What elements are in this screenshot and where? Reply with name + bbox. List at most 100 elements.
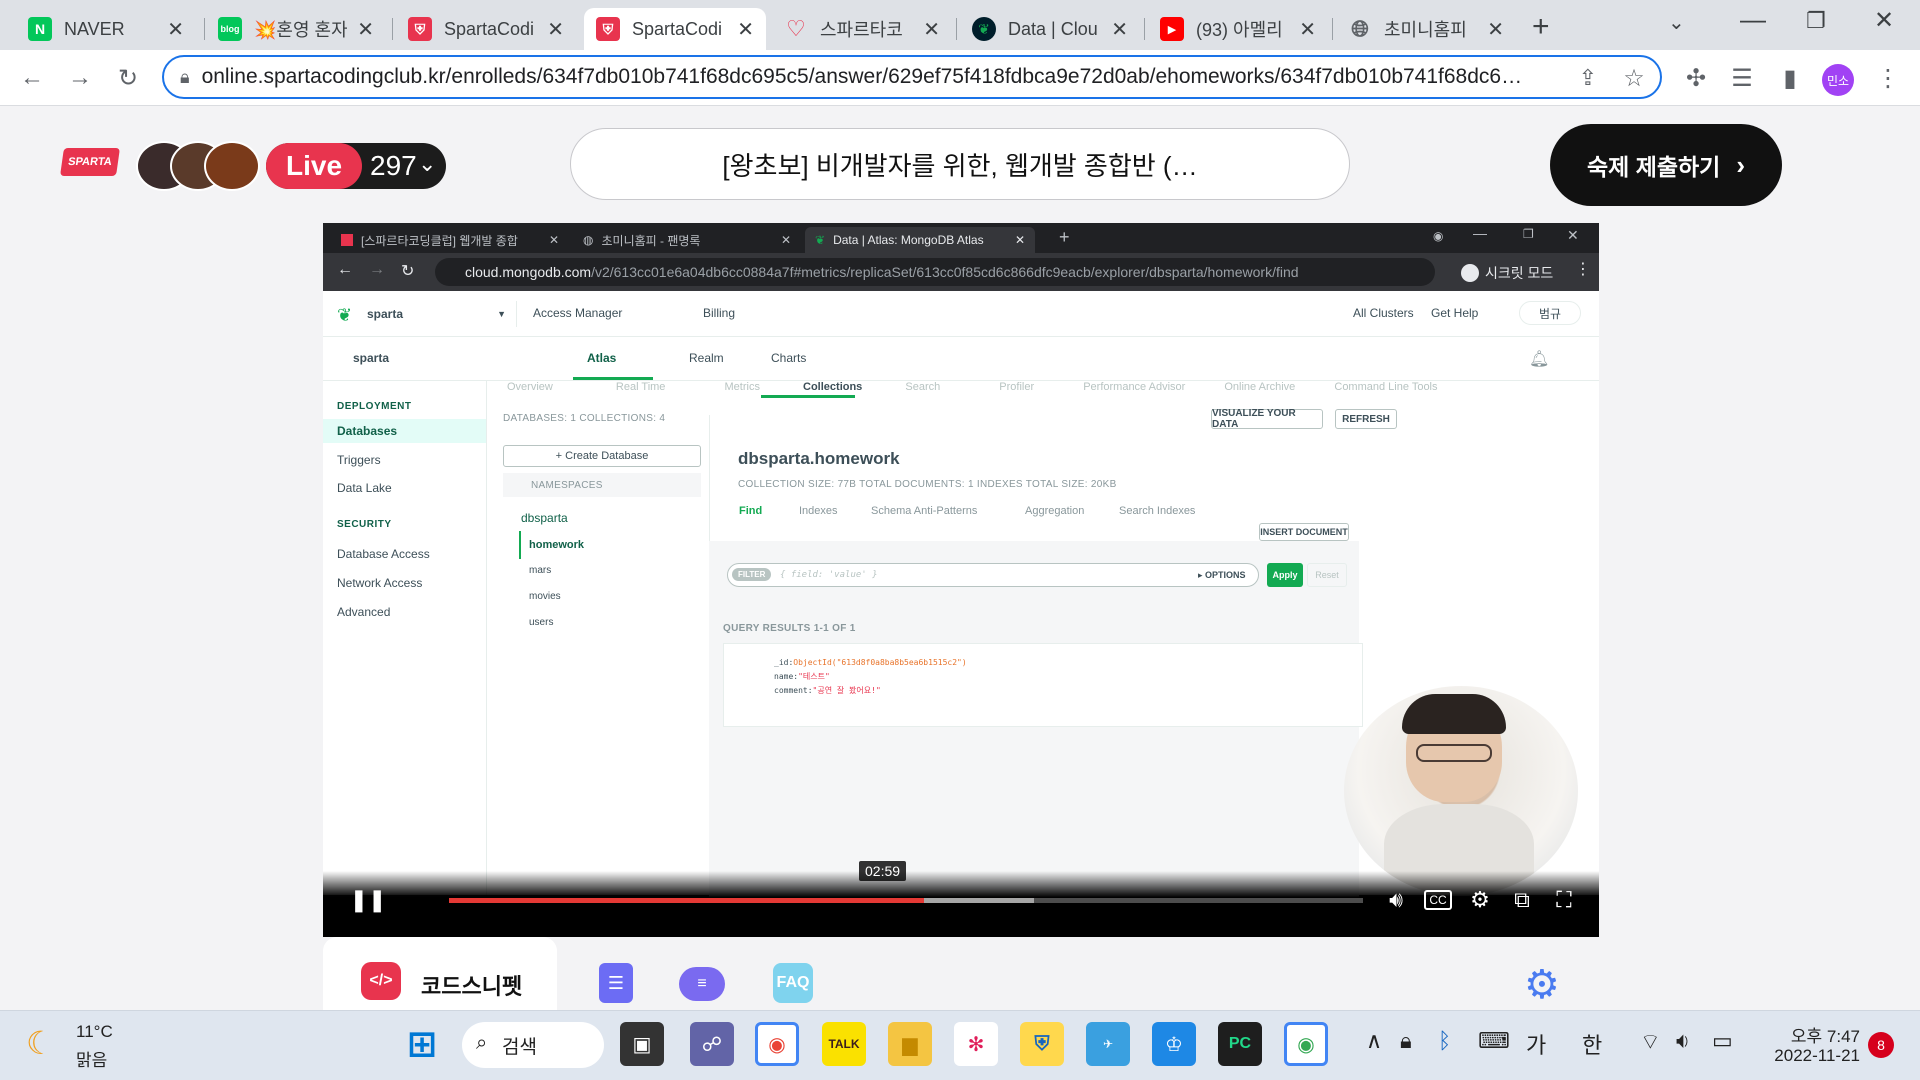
app-icon[interactable]: ♔ [1152,1022,1196,1066]
kebab-menu-icon[interactable]: ⋮ [1872,62,1904,94]
speaker-icon[interactable]: 🔉︎ [1676,1028,1690,1054]
pause-icon[interactable]: ❚❚ [350,883,387,917]
keyboard-icon[interactable]: ⌨ [1478,1028,1510,1054]
close-icon[interactable]: ✕ [1299,17,1316,42]
close-window-button[interactable]: ✕ [1874,6,1894,35]
task-view-icon[interactable]: ▣ [620,1022,664,1066]
inner-tab-active: ❦ Data | Atlas: MongoDB Atlas ✕ [805,227,1035,253]
weather-desc[interactable]: 맑음 [76,1046,107,1071]
extensions-puzzle-icon[interactable]: ✣ [1680,62,1712,94]
back-arrow-icon[interactable]: ← [16,62,48,94]
pycharm-icon[interactable]: PC [1218,1022,1262,1066]
security-shield-icon[interactable]: ⛨ [1020,1022,1064,1066]
forward-arrow-icon[interactable]: → [64,62,96,94]
slack-icon[interactable]: ✻ [954,1022,998,1066]
browser-tab[interactable]: 🌐︎ 초미니홈피 ✕ [1336,8,1516,50]
checklist-icon[interactable]: ☰ [599,963,633,1003]
nav-databases: Databases [337,424,398,438]
bluetooth-icon[interactable]: ᛒ [1438,1028,1451,1054]
tab-search-chevron-icon[interactable]: ⌄ [1668,10,1685,35]
ebook-icon[interactable]: ✈ [1086,1022,1130,1066]
chat-icon[interactable]: ≡ [679,967,725,1001]
share-icon[interactable]: ⇪ [1572,62,1604,94]
file-explorer-icon[interactable]: ▆ [888,1022,932,1066]
document-card: _id:ObjectId("613d8f0a8ba8b5ea6b1515c2")… [723,643,1363,727]
avatar [204,141,260,191]
clock-date[interactable]: 2022-11-21 [1762,1046,1860,1066]
battery-icon[interactable]: ▭ [1712,1028,1733,1054]
close-icon[interactable]: ✕ [737,17,754,42]
chevron-down-icon[interactable]: ⌄ [418,151,436,177]
browser-tab[interactable]: ♡ 스파르타코 ✕ [772,8,952,50]
kakaotalk-icon[interactable]: TALK [822,1022,866,1066]
browser-tab-active[interactable]: ⛨ SpartaCodi ✕ [584,8,766,50]
tab-title: 💥혼영 혼자 [254,20,348,40]
taskbar-search[interactable]: ⌕ 검색 [462,1022,604,1068]
close-icon[interactable]: ✕ [357,17,374,42]
submit-label: 숙제 제출하기 [1586,154,1721,180]
apply-button: Apply [1267,563,1303,587]
search-indexes-tab: Search Indexes [1119,505,1196,517]
sparta-logo[interactable]: SPARTA [60,148,120,176]
nav-data-lake: Data Lake [337,481,392,495]
profile-avatar[interactable]: 민소 [1822,64,1854,96]
chevron-up-icon[interactable]: ∧ [1366,1028,1382,1054]
close-icon[interactable]: ✕ [167,17,184,42]
close-icon[interactable]: ✕ [1487,17,1504,42]
weather-temp[interactable]: 11°C [76,1022,113,1042]
captions-icon[interactable]: CC [1421,883,1455,917]
restore-button[interactable]: ❐ [1806,8,1826,34]
teams-chat-icon[interactable]: ☍ [690,1022,734,1066]
wifi-icon[interactable]: ⌔ [1640,1028,1661,1056]
course-title[interactable]: [왕초보] 비개발자를 위한, 웹개발 종합반 (… [570,128,1350,200]
refresh-button: REFRESH [1335,409,1397,429]
snippet-tab[interactable]: </> 코드스니펫 [323,937,557,1010]
nav-network-access: Network Access [337,576,423,590]
user-menu: 범규 [1519,301,1581,325]
video-player[interactable]: [스파르타코딩클럽] 웹개발 종합 ✕ ◍ 초미니홈피 - 팬명록 ✕ ❦ Da… [323,223,1599,937]
nav-triggers: Triggers [337,453,381,467]
picture-in-picture-icon[interactable]: ⧉ [1505,883,1539,917]
fullscreen-icon[interactable]: ⛶ [1547,883,1581,917]
volume-icon[interactable]: 🔊︎ [1379,883,1413,917]
new-tab-button[interactable]: + [1532,10,1550,44]
schema-tab: Schema Anti-Patterns [871,505,978,517]
browser-tab[interactable]: ▶ (93) 아멜리 ✕ [1148,8,1328,50]
globe-icon: 🌐︎ [1351,16,1369,41]
submit-homework-button[interactable]: 숙제 제출하기 › [1550,124,1782,206]
browser-tab[interactable]: N NAVER ✕ [16,8,196,50]
bookmark-star-icon[interactable]: ☆ [1618,62,1650,94]
minimize-button[interactable]: — [1740,4,1766,35]
chrome-icon[interactable]: ◉ [1284,1022,1328,1066]
settings-gear-icon[interactable]: ⚙ [1524,962,1560,1008]
close-icon[interactable]: ✕ [547,17,564,42]
youtube-icon: ▶ [1160,17,1184,41]
collection-item: homework [529,539,585,551]
browser-tab[interactable]: blog 💥혼영 혼자 ✕ [206,8,386,50]
browser-tab[interactable]: ⛨ SpartaCodi ✕ [396,8,576,50]
sparta-icon: ⛨ [408,17,432,41]
presenter-webcam [1344,686,1578,896]
address-bar[interactable]: 🔒︎ online.spartacodingclub.kr/enrolleds/… [162,55,1662,99]
windows-start-icon[interactable]: ⊞ [400,1022,444,1066]
ime-mode-indicator[interactable]: 한 [1582,1028,1602,1060]
reload-icon[interactable]: ↻ [112,62,144,94]
progress-bar[interactable] [449,898,1363,903]
ime-hangul-indicator[interactable]: 가 [1526,1028,1546,1060]
faq-icon[interactable]: FAQ [773,963,813,1003]
browser-tab[interactable]: ❦ Data | Clou ✕ [960,8,1140,50]
lock-icon[interactable]: 🔒︎ [1400,1028,1412,1054]
clock-time[interactable]: 오후 7:47 [1780,1022,1860,1047]
media-queue-icon[interactable]: ☰ [1726,62,1758,94]
url-text: online.spartacodingclub.kr/enrolleds/634… [201,65,1523,88]
settings-gear-icon[interactable]: ⚙ [1463,883,1497,917]
side-panel-icon[interactable]: ▮ [1774,62,1806,94]
create-database-button: + Create Database [503,445,701,467]
close-icon[interactable]: ✕ [923,17,940,42]
notification-badge[interactable]: 8 [1868,1032,1894,1058]
project-select: sparta [353,351,390,365]
blog-icon: blog [218,17,242,41]
reset-button: Reset [1307,563,1347,587]
chrome-icon[interactable]: ◉ [755,1022,799,1066]
close-icon[interactable]: ✕ [1111,17,1128,42]
